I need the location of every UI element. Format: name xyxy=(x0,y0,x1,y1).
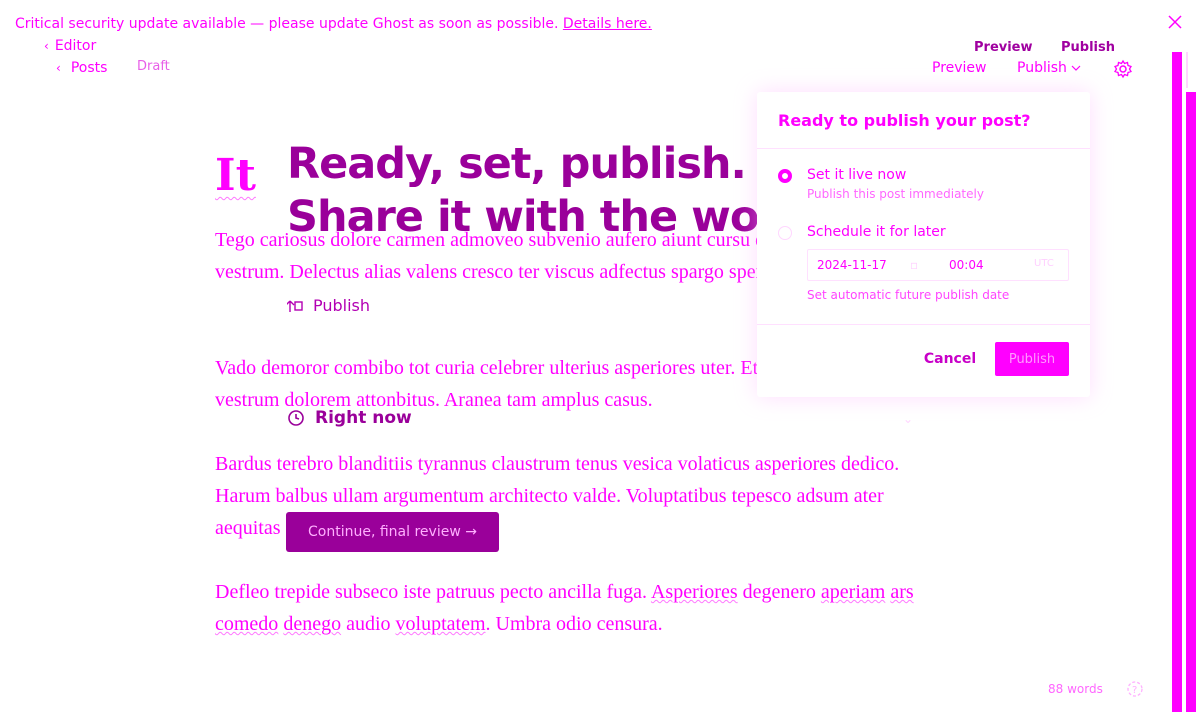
publish-time-row[interactable]: Right now xyxy=(287,408,412,428)
hero-line: Ready, set, publish. xyxy=(287,139,747,189)
posts-label: Posts xyxy=(70,60,108,76)
misspelled-word: ars xyxy=(890,581,914,603)
option-now-title[interactable]: Set it live now xyxy=(807,167,906,183)
scrollbar[interactable] xyxy=(1172,52,1182,712)
posts-back-link[interactable]: ‹ Posts xyxy=(56,60,107,76)
calendar-icon: ▫ xyxy=(910,258,919,272)
misspelled-word: comedo xyxy=(215,613,279,635)
post-status: Draft xyxy=(137,59,170,74)
paragraph-word: audio xyxy=(346,613,391,635)
publish-hero-title: Ready, set, publish. Share it with the w… xyxy=(287,138,838,244)
timezone-label: UTC xyxy=(1034,258,1054,269)
help-icon[interactable]: ? xyxy=(1126,680,1144,698)
chevron-down-icon: ⌄ xyxy=(903,412,914,426)
schedule-datetime-field[interactable]: 2024-11-17 ▫ 00:04 UTC xyxy=(807,249,1069,281)
editor-screen: Critical security update available — ple… xyxy=(0,0,1200,720)
right-now-label: Right now xyxy=(315,408,412,428)
close-icon[interactable] xyxy=(1167,14,1183,30)
post-title[interactable]: It xyxy=(215,150,256,201)
scrollbar-thumb[interactable] xyxy=(1186,92,1196,712)
paragraph-text: Defleo trepide subseco iste patruus pect… xyxy=(215,581,651,603)
publish-label: Publish xyxy=(1017,60,1067,76)
continue-final-review-button[interactable]: Continue, final review → xyxy=(286,512,499,552)
option-now-description: Publish this post immediately xyxy=(807,187,984,201)
publish-button-overlay[interactable]: Publish xyxy=(1061,40,1115,55)
misspelled-word: aperiam xyxy=(820,581,886,603)
editor-label: Editor xyxy=(54,38,97,54)
publish-icon xyxy=(287,300,303,312)
clock-icon xyxy=(288,410,304,426)
misspelled-word: Asperiores xyxy=(650,581,738,603)
word-count: 88 words xyxy=(1048,682,1103,696)
misspelled-word: voluptatem xyxy=(395,613,486,635)
publish-dropdown-button[interactable]: Publish xyxy=(1017,60,1081,76)
preview-button-overlay[interactable]: Preview xyxy=(974,40,1033,55)
option-later-title[interactable]: Schedule it for later xyxy=(807,224,946,240)
publish-row-label: Publish xyxy=(313,296,371,315)
scrollbar-gap xyxy=(1186,52,1196,88)
cancel-button[interactable]: Cancel xyxy=(915,342,985,376)
chevron-left-icon: ‹ xyxy=(56,61,61,75)
paragraph-tail: . Umbra odio censura. xyxy=(485,613,663,635)
banner-message: Critical security update available — ple… xyxy=(15,16,559,32)
banner-details-link[interactable]: Details here. xyxy=(563,16,652,32)
hero-line: Share it with the world. xyxy=(287,192,838,242)
radio-publish-now[interactable] xyxy=(778,169,792,183)
radio-schedule-later[interactable] xyxy=(778,226,792,240)
publish-confirm-button[interactable]: Publish xyxy=(995,342,1069,376)
schedule-description: Set automatic future publish date xyxy=(807,288,1010,302)
gear-icon[interactable] xyxy=(1113,59,1133,79)
misspelled-word: denego xyxy=(283,613,342,635)
publish-type-row[interactable]: Publish xyxy=(287,296,370,315)
chevron-left-icon: ‹ xyxy=(44,39,49,53)
divider xyxy=(757,324,1090,325)
svg-text:?: ? xyxy=(1132,685,1137,696)
time-input[interactable]: 00:04 xyxy=(949,258,984,272)
editor-back-link[interactable]: ‹ Editor xyxy=(44,38,96,54)
date-input[interactable]: 2024-11-17 xyxy=(817,258,887,272)
chevron-down-icon xyxy=(1071,65,1081,71)
popover-title: Ready to publish your post? xyxy=(778,111,1031,130)
preview-button[interactable]: Preview xyxy=(932,60,987,76)
post-paragraph[interactable]: Defleo trepide subseco iste patruus pect… xyxy=(215,576,935,640)
divider xyxy=(757,148,1090,149)
security-banner: Critical security update available — ple… xyxy=(15,16,652,32)
publish-popover: Ready to publish your post? Set it live … xyxy=(757,92,1090,397)
paragraph-word: degenero xyxy=(742,581,816,603)
